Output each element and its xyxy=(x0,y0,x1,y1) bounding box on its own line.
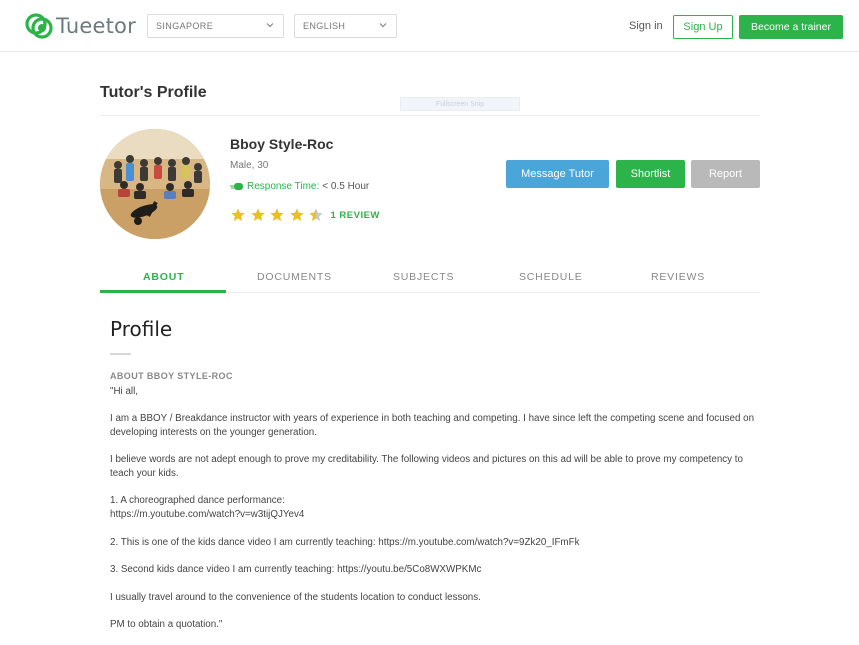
star-icon xyxy=(289,208,304,221)
logo-text: Tueetor xyxy=(56,14,136,38)
section-divider xyxy=(110,353,131,355)
review-count-link[interactable]: 1 REVIEW xyxy=(331,210,380,221)
avatar xyxy=(100,129,210,239)
country-select[interactable]: SINGAPORE xyxy=(147,14,284,38)
about-paragraph: 2. This is one of the kids dance video I… xyxy=(110,537,580,548)
profile-tabs: ABOUT DOCUMENTS SUBJECTS SCHEDULE REVIEW… xyxy=(100,262,760,293)
section-title: Profile xyxy=(110,317,173,341)
about-paragraph: I believe words are not adept enough to … xyxy=(110,454,743,479)
about-link[interactable]: https://m.youtube.com/watch?v=w3tijQJYev… xyxy=(110,508,760,522)
sign-up-button[interactable]: Sign Up xyxy=(673,15,733,39)
avatar-photo xyxy=(100,129,210,239)
about-label: ABOUT BBOY STYLE-ROC xyxy=(110,371,233,381)
chat-bubble-icon xyxy=(230,182,243,190)
message-tutor-button[interactable]: Message Tutor xyxy=(506,160,609,188)
about-paragraph: I usually travel around to the convenien… xyxy=(110,592,481,603)
tab-reviews[interactable]: REVIEWS xyxy=(651,271,705,283)
about-paragraph: "Hi all, xyxy=(110,386,138,397)
language-select[interactable]: ENGLISH xyxy=(294,14,397,38)
tab-documents[interactable]: DOCUMENTS xyxy=(257,271,332,283)
about-paragraph: 3. Second kids dance video I am currentl… xyxy=(110,564,482,575)
active-tab-indicator xyxy=(100,290,226,293)
chevron-down-icon xyxy=(379,23,387,28)
star-icon xyxy=(270,208,284,221)
tab-subjects[interactable]: SUBJECTS xyxy=(393,271,454,283)
tab-schedule[interactable]: SCHEDULE xyxy=(519,271,583,283)
country-select-value: SINGAPORE xyxy=(156,21,214,31)
tutor-name: Bboy Style-Roc xyxy=(230,136,334,152)
report-button[interactable]: Report xyxy=(691,160,760,188)
star-icon xyxy=(250,208,265,221)
logo-icon xyxy=(25,13,53,39)
top-navbar: Tueetor SINGAPORE ENGLISH Sign in Sign U… xyxy=(0,0,859,52)
response-time-label: Response Time: xyxy=(247,181,320,192)
divider xyxy=(100,115,760,116)
page-title: Tutor's Profile xyxy=(100,84,207,101)
snip-overlay-label: Fullscreen Snip xyxy=(400,97,520,111)
rating-stars: 1 REVIEW xyxy=(230,207,380,223)
sign-in-link[interactable]: Sign in xyxy=(629,20,663,32)
star-icon xyxy=(231,208,245,221)
about-paragraph: 1. A choreographed dance performance: xyxy=(110,495,285,506)
chevron-down-icon xyxy=(266,23,274,28)
tab-about[interactable]: ABOUT xyxy=(143,271,184,283)
tutor-gender-age: Male, 30 xyxy=(230,160,269,171)
language-select-value: ENGLISH xyxy=(303,21,346,31)
about-paragraph: PM to obtain a quotation." xyxy=(110,619,223,630)
response-time: Response Time: < 0.5 Hour xyxy=(230,181,369,192)
response-time-value: < 0.5 Hour xyxy=(322,181,370,192)
logo[interactable]: Tueetor xyxy=(24,11,136,41)
become-trainer-button[interactable]: Become a trainer xyxy=(739,15,843,39)
shortlist-button[interactable]: Shortlist xyxy=(616,160,685,188)
half-star-icon xyxy=(309,208,323,221)
about-paragraph: I am a BBOY / Breakdance instructor with… xyxy=(110,413,755,438)
